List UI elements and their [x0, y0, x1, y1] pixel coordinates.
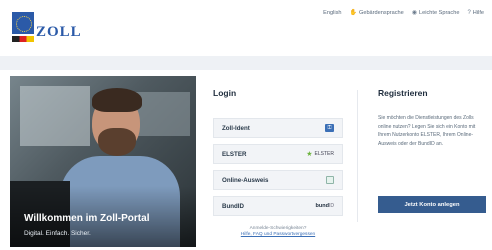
- nav-help[interactable]: ? Hilfe: [467, 10, 484, 16]
- login-option-label: ELSTER: [222, 150, 247, 158]
- elster-star-icon: ★: [306, 151, 313, 158]
- hero-window: [20, 86, 90, 146]
- hero-title: Willkommen im Zoll-Portal: [24, 213, 150, 224]
- login-option-label: Zoll-Ident: [222, 124, 250, 132]
- site-header: ZOLL English ✋ Gebärdensprache ◉ Leichte…: [0, 0, 492, 56]
- nav-sign-language[interactable]: ✋ Gebärdensprache: [349, 9, 404, 17]
- key-icon: ⚿: [325, 124, 334, 132]
- login-option-label: Online-Ausweis: [222, 176, 269, 184]
- login-title: Login: [213, 88, 237, 98]
- hero-subtitle: Digital. Einfach. Sicher.: [24, 230, 91, 237]
- eu-stars-icon: [12, 12, 34, 34]
- nav-easy-language-label: Leichte Sprache: [419, 9, 460, 16]
- zoll-logo[interactable]: ZOLL: [12, 12, 81, 44]
- login-option-bundid[interactable]: BundID bundID: [213, 196, 343, 216]
- bundid-badge: bundID: [316, 203, 334, 209]
- register-text: Sie möchten die Dienstleistungen des Zol…: [378, 115, 476, 147]
- id-card-icon: [326, 176, 334, 184]
- bundid-badge-text: bund: [315, 203, 329, 209]
- column-divider: [357, 90, 358, 222]
- hero-person-beard: [98, 128, 136, 156]
- register-title: Registrieren: [378, 88, 428, 98]
- hero-person-hair: [92, 88, 142, 112]
- login-option-online-ausweis[interactable]: Online-Ausweis: [213, 170, 343, 190]
- header-band: [0, 56, 492, 70]
- elster-badge: ★ ELSTER: [306, 150, 334, 158]
- login-help: Anmelde-Schwierigkeiten? Hilfe, FAQ und …: [213, 226, 343, 238]
- top-navigation: English ✋ Gebärdensprache ◉ Leichte Spra…: [323, 9, 484, 17]
- flag-stripe: [12, 36, 34, 42]
- nav-english-label: English: [323, 9, 342, 16]
- login-option-elster[interactable]: ELSTER ★ ELSTER: [213, 144, 343, 164]
- bundid-badge-suffix: ID: [329, 203, 334, 209]
- help-link[interactable]: Hilfe, FAQ und Passwortvergessen: [213, 232, 343, 238]
- logo-text: ZOLL: [36, 24, 82, 40]
- hand-icon: ✋: [349, 10, 357, 16]
- nav-sign-language-label: Gebärdensprache: [358, 9, 404, 16]
- nav-easy-language[interactable]: ◉ Leichte Sprache: [411, 9, 460, 17]
- book-icon: ◉: [411, 10, 418, 16]
- nav-help-label: Hilfe: [472, 9, 484, 16]
- create-account-button[interactable]: Jetzt Konto anlegen: [378, 196, 486, 213]
- question-icon: ?: [467, 9, 471, 16]
- elster-badge-text: ELSTER: [314, 151, 334, 157]
- nav-english[interactable]: English: [323, 10, 341, 16]
- login-option-label: BundID: [222, 202, 244, 210]
- login-option-zoll-ident[interactable]: Zoll-Ident ⚿: [213, 118, 343, 138]
